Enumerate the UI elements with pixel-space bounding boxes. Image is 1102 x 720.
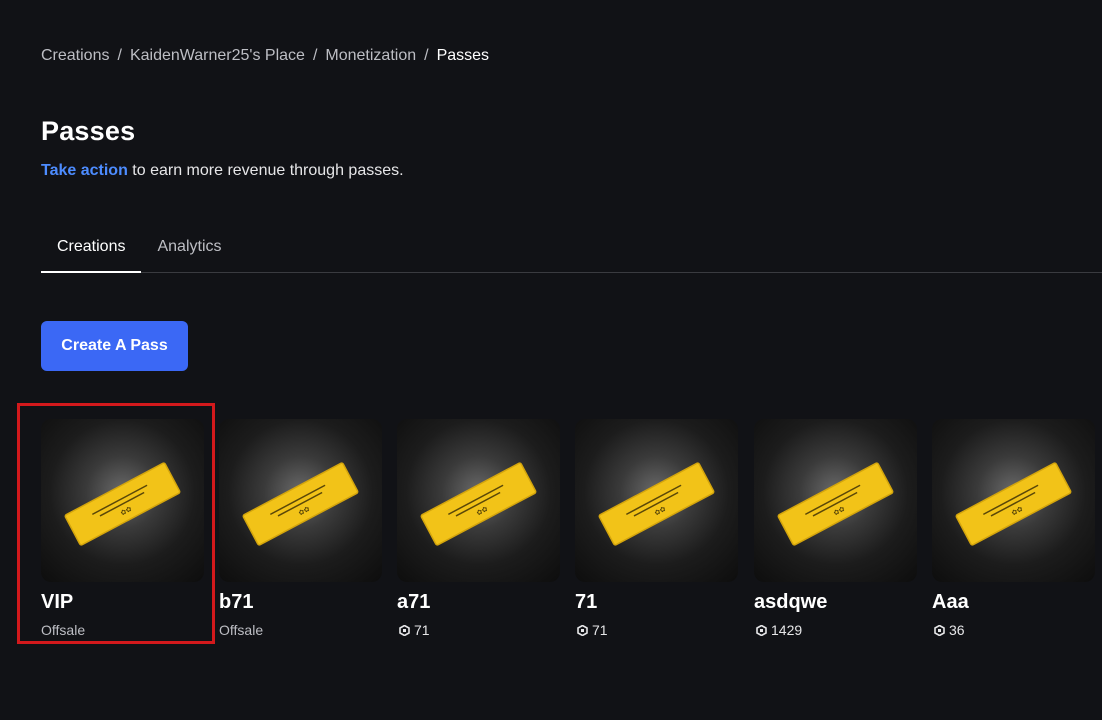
breadcrumb-monetization[interactable]: Monetization <box>325 46 416 66</box>
pass-status: Offsale <box>41 622 86 638</box>
pass-thumbnail[interactable]: ✿✿ <box>397 419 560 582</box>
pass-status: Offsale <box>219 622 264 638</box>
passes-page: Creations / KaidenWarner25's Place / Mon… <box>0 0 1102 720</box>
take-action-link[interactable]: Take action <box>41 162 128 179</box>
pass-price-value: 36 <box>949 622 965 638</box>
robux-icon <box>577 624 588 636</box>
tab-bar: Creations Analytics <box>41 230 1102 273</box>
pass-card-71[interactable]: ✿✿ 71 71 <box>575 419 738 638</box>
pass-thumbnail[interactable]: ✿✿ <box>41 419 204 582</box>
pass-thumbnail[interactable]: ✿✿ <box>754 419 917 582</box>
pass-ticket-icon: ✿✿ <box>777 462 894 546</box>
pass-price: 71 <box>575 622 738 638</box>
pass-price: 36 <box>932 622 1095 638</box>
robux-icon <box>934 624 945 636</box>
pass-thumbnail[interactable]: ✿✿ <box>932 419 1095 582</box>
robux-icon <box>399 624 410 636</box>
pass-name[interactable]: b71 <box>219 590 382 614</box>
pass-price: 71 <box>397 622 560 638</box>
breadcrumb: Creations / KaidenWarner25's Place / Mon… <box>41 46 489 66</box>
pass-price: 1429 <box>754 622 917 638</box>
breadcrumb-separator: / <box>424 47 429 64</box>
breadcrumb-current: Passes <box>436 47 490 64</box>
breadcrumb-separator: / <box>312 47 318 64</box>
pass-ticket-icon: ✿✿ <box>955 462 1072 546</box>
subtitle-text: to earn more revenue through passes. <box>127 162 404 179</box>
pass-price-value: 71 <box>414 622 430 638</box>
breadcrumb-separator: / <box>117 47 122 64</box>
pass-card-vip[interactable]: ✿✿ VIP Offsale <box>41 419 204 638</box>
pass-card-aaa[interactable]: ✿✿ Aaa 36 <box>932 419 1095 638</box>
robux-icon <box>756 624 767 636</box>
pass-name[interactable]: a71 <box>397 590 560 614</box>
tab-analytics[interactable]: Analytics <box>141 230 237 272</box>
pass-card-b71[interactable]: ✿✿ b71 Offsale <box>219 419 382 638</box>
page-subtitle: Take action to earn more revenue through… <box>41 162 404 180</box>
page-title: Passes <box>41 116 136 146</box>
pass-card-a71[interactable]: ✿✿ a71 71 <box>397 419 560 638</box>
pass-name[interactable]: Aaa <box>932 590 1095 614</box>
pass-name[interactable]: asdqwe <box>754 590 917 614</box>
pass-price-value: 1429 <box>771 622 803 638</box>
pass-name[interactable]: 71 <box>575 590 738 614</box>
pass-ticket-icon: ✿✿ <box>64 462 181 546</box>
pass-price-value: 71 <box>592 622 608 638</box>
create-pass-button[interactable]: Create A Pass <box>41 321 188 371</box>
pass-ticket-icon: ✿✿ <box>598 462 715 546</box>
pass-name[interactable]: VIP <box>41 590 204 614</box>
pass-thumbnail[interactable]: ✿✿ <box>219 419 382 582</box>
pass-ticket-icon: ✿✿ <box>242 462 359 546</box>
pass-ticket-icon: ✿✿ <box>420 462 537 546</box>
pass-card-asdqwe[interactable]: ✿✿ asdqwe 1429 <box>754 419 917 638</box>
tab-creations[interactable]: Creations <box>41 230 142 273</box>
pass-thumbnail[interactable]: ✿✿ <box>575 419 738 582</box>
breadcrumb-creations[interactable]: Creations <box>41 46 109 66</box>
breadcrumb-place[interactable]: KaidenWarner25's Place <box>130 46 305 66</box>
